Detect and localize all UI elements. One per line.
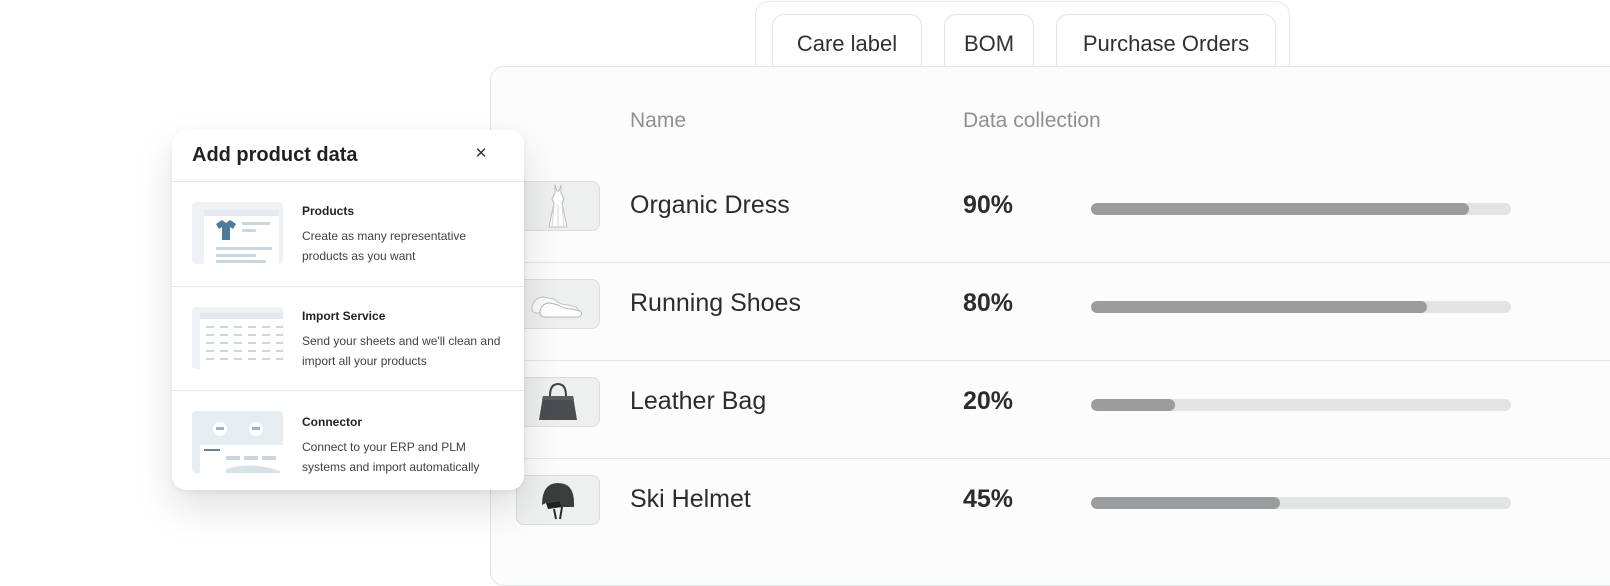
collection-percent: 45%: [963, 485, 1014, 513]
bag-icon: [516, 377, 600, 427]
option-description: Send your sheets and we'll clean and imp…: [302, 334, 501, 368]
table-row[interactable]: Leather Bag 20%: [491, 361, 1610, 459]
tab-care-label[interactable]: Care label: [772, 13, 922, 74]
column-header-data-collection: Data collection: [963, 109, 1101, 132]
collection-percent: 80%: [963, 289, 1014, 317]
option-description: Connect to your ERP and PLM systems and …: [302, 440, 480, 474]
table-row[interactable]: Ski Helmet 45%: [491, 459, 1610, 557]
connector-icon: [192, 411, 283, 473]
column-header-name: Name: [630, 109, 687, 132]
product-name: Leather Bag: [630, 387, 767, 415]
option-description: Create as many representative products a…: [302, 229, 467, 263]
collection-progress-bar: [1091, 399, 1511, 411]
progress-fill: [1091, 497, 1280, 509]
shoes-icon: [516, 279, 600, 329]
collection-progress-bar: [1091, 497, 1511, 509]
option-products[interactable]: Products Create as many representative p…: [172, 182, 524, 286]
option-title: Import Service: [302, 309, 386, 323]
product-name: Ski Helmet: [630, 485, 751, 513]
option-title: Products: [302, 204, 355, 218]
collection-progress-bar: [1091, 301, 1511, 313]
progress-fill: [1091, 301, 1427, 313]
table-row[interactable]: Organic Dress 90%: [491, 165, 1610, 263]
tab-purchase-orders[interactable]: Purchase Orders: [1056, 13, 1276, 74]
tshirt-icon: [192, 202, 283, 264]
dress-icon: [516, 181, 600, 231]
table-row[interactable]: Running Shoes 80%: [491, 263, 1610, 361]
progress-fill: [1091, 203, 1469, 215]
add-product-data-modal: Add product data ✕ Products Create as ma…: [172, 130, 524, 490]
progress-fill: [1091, 399, 1175, 411]
product-name: Organic Dress: [630, 191, 790, 219]
helmet-icon: [516, 475, 600, 525]
option-import-service[interactable]: Import Service Send your sheets and we'l…: [172, 287, 524, 391]
spreadsheet-icon: [192, 307, 283, 369]
collection-percent: 90%: [963, 191, 1014, 219]
tab-bom[interactable]: BOM: [944, 13, 1034, 74]
option-connector[interactable]: Connector Connect to your ERP and PLM sy…: [172, 391, 524, 490]
option-title: Connector: [302, 415, 362, 429]
product-name: Running Shoes: [630, 289, 801, 317]
collection-percent: 20%: [963, 387, 1014, 415]
close-icon[interactable]: ✕: [470, 142, 492, 166]
modal-title: Add product data: [192, 144, 358, 166]
products-table: Name Data collection Organic Dress 90% R…: [490, 66, 1610, 586]
collection-progress-bar: [1091, 203, 1511, 215]
